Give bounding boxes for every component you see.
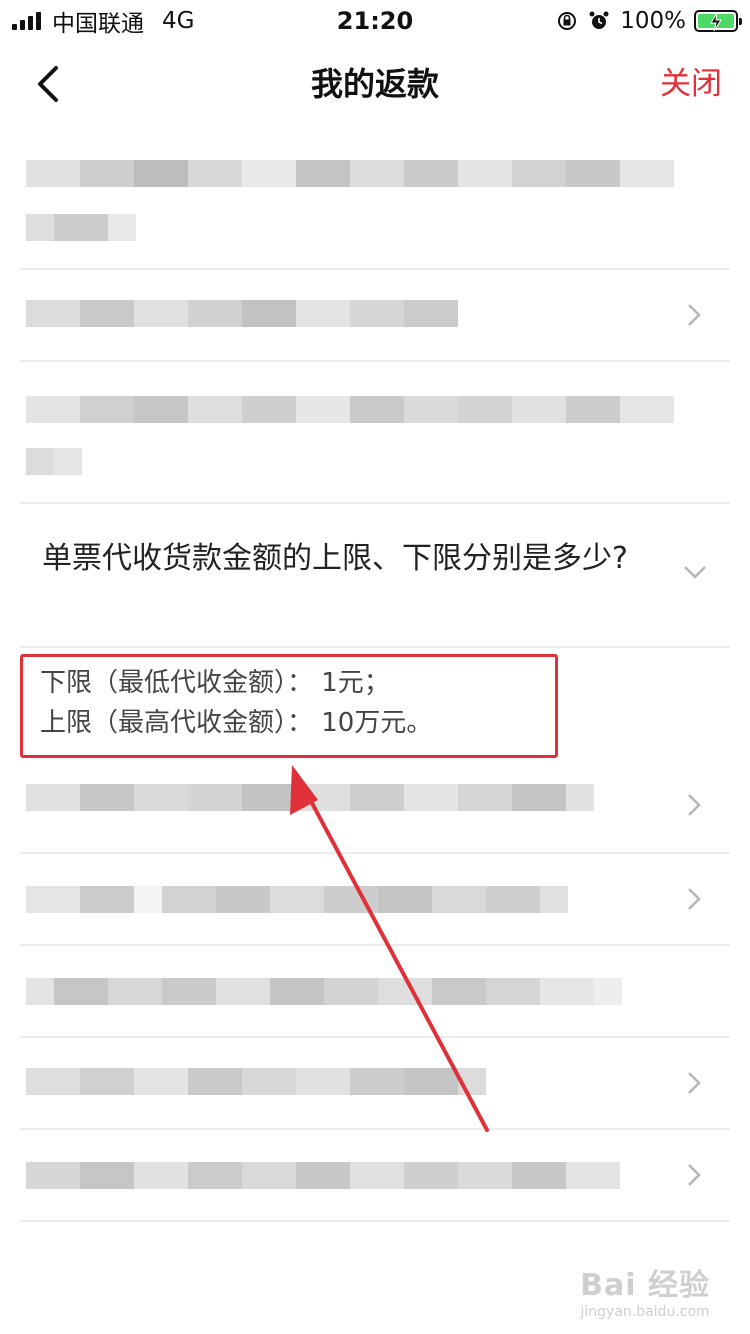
- redacted-text: [26, 978, 622, 1005]
- chevron-right-icon: [688, 1072, 701, 1094]
- redacted-text: [26, 886, 568, 913]
- chevron-right-icon: [688, 794, 701, 816]
- redacted-text: [26, 784, 594, 811]
- watermark-url: jingyan.baidu.com: [580, 1304, 710, 1320]
- redacted-text: [26, 1068, 486, 1095]
- redacted-text: [26, 214, 136, 241]
- chevron-right-icon: [688, 304, 701, 326]
- faq-item-redacted[interactable]: [20, 1038, 730, 1130]
- answer-line-lower-limit: 下限（最低代收金额）： 1元；: [40, 668, 390, 698]
- faq-item-redacted[interactable]: [20, 362, 730, 504]
- faq-item-redacted[interactable]: [20, 854, 730, 946]
- watermark-logo: Bai 经验 jingyan.baidu.com: [580, 1260, 710, 1320]
- faq-item-redacted[interactable]: [20, 128, 730, 270]
- faq-item-redacted[interactable]: [20, 1130, 730, 1222]
- page-title: 我的返款: [310, 65, 439, 103]
- chevron-down-icon: [684, 566, 706, 579]
- redacted-text: [26, 160, 674, 187]
- orientation-lock-icon: [558, 12, 577, 30]
- close-button[interactable]: 关闭: [660, 62, 722, 106]
- watermark-text: Bai 经验: [580, 1268, 710, 1303]
- faq-item-redacted[interactable]: [20, 270, 730, 362]
- alarm-icon: [589, 11, 609, 29]
- battery-charging-icon: [694, 10, 742, 32]
- redacted-text: [26, 1162, 620, 1189]
- faq-item-expanded[interactable]: 单票代收货款金额的上限、下限分别是多少?: [20, 504, 730, 648]
- faq-answer: 下限（最低代收金额）： 1元； 上限（最高代收金额）： 10万元。: [20, 648, 730, 758]
- nav-bar: 我的返款 关闭: [0, 42, 750, 128]
- redacted-text: [26, 396, 674, 423]
- faq-list: 单票代收货款金额的上限、下限分别是多少? 下限（最低代收金额）： 1元； 上限（…: [20, 128, 730, 1222]
- redacted-text: [26, 448, 82, 475]
- redacted-text: [26, 300, 458, 327]
- battery-percent: 100%: [620, 8, 686, 34]
- faq-item-redacted[interactable]: [20, 756, 730, 854]
- chevron-right-icon: [688, 888, 701, 910]
- status-bar: 中国联通 4G 21:20 100%: [0, 0, 750, 42]
- answer-line-upper-limit: 上限（最高代收金额）： 10万元。: [40, 708, 433, 738]
- faq-item-redacted[interactable]: [20, 946, 730, 1038]
- faq-question: 单票代收货款金额的上限、下限分别是多少?: [42, 541, 628, 576]
- chevron-right-icon: [688, 1164, 701, 1186]
